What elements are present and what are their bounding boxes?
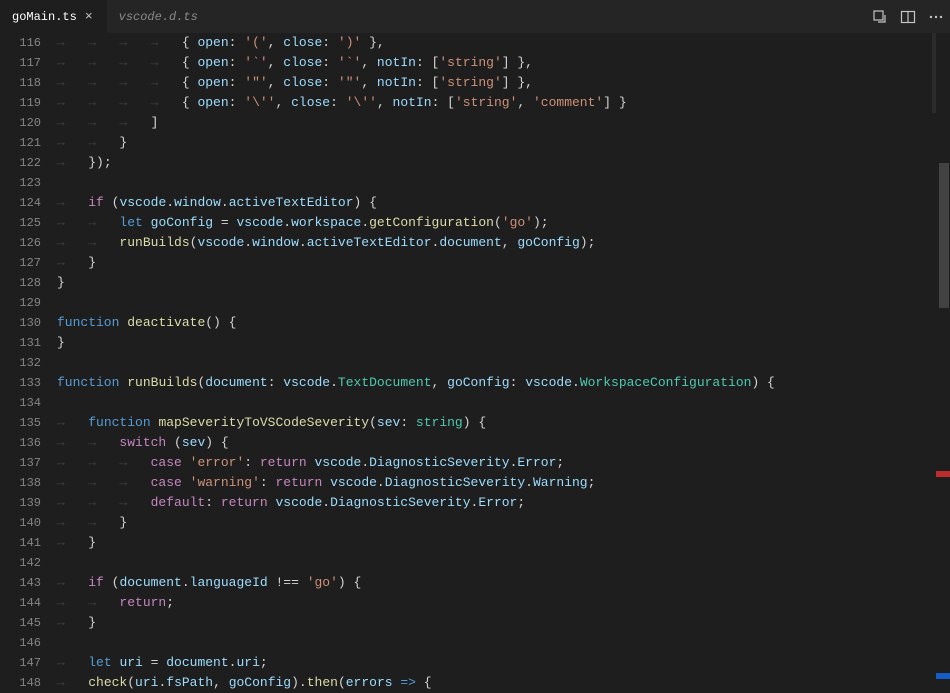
code-line[interactable] bbox=[57, 633, 950, 653]
code-line[interactable]: → → return; bbox=[57, 593, 950, 613]
split-editor-icon[interactable] bbox=[900, 9, 916, 25]
line-number: 129 bbox=[0, 293, 41, 313]
code-line[interactable]: → → → → { open: '"', close: '"', notIn: … bbox=[57, 73, 950, 93]
code-line[interactable]: → } bbox=[57, 613, 950, 633]
line-number: 146 bbox=[0, 633, 41, 653]
editor-area[interactable]: 1161171181191201211221231241251261271281… bbox=[0, 33, 950, 691]
line-number: 135 bbox=[0, 413, 41, 433]
code-line[interactable]: → }); bbox=[57, 153, 950, 173]
line-number: 137 bbox=[0, 453, 41, 473]
line-number: 147 bbox=[0, 653, 41, 673]
code-line[interactable] bbox=[57, 393, 950, 413]
line-number: 126 bbox=[0, 233, 41, 253]
line-number: 118 bbox=[0, 73, 41, 93]
line-number: 121 bbox=[0, 133, 41, 153]
code-line[interactable]: function runBuilds(document: vscode.Text… bbox=[57, 373, 950, 393]
code-line[interactable]: → → switch (sev) { bbox=[57, 433, 950, 453]
code-line[interactable]: → → → → { open: '`', close: '`', notIn: … bbox=[57, 53, 950, 73]
scrollbar-thumb[interactable] bbox=[939, 163, 949, 308]
line-number: 120 bbox=[0, 113, 41, 133]
code-line[interactable]: → check(uri.fsPath, goConfig).then(error… bbox=[57, 673, 950, 691]
tab-bar: goMain.ts × vscode.d.ts bbox=[0, 0, 950, 33]
close-icon[interactable]: × bbox=[83, 9, 95, 24]
code-line[interactable] bbox=[57, 353, 950, 373]
line-number: 148 bbox=[0, 673, 41, 693]
tab-label: goMain.ts bbox=[12, 10, 77, 24]
line-number: 123 bbox=[0, 173, 41, 193]
editor-actions bbox=[872, 0, 944, 33]
code-line[interactable]: → → } bbox=[57, 513, 950, 533]
code-line[interactable]: } bbox=[57, 273, 950, 293]
code-line[interactable]: → → let goConfig = vscode.workspace.getC… bbox=[57, 213, 950, 233]
line-number: 124 bbox=[0, 193, 41, 213]
line-number: 142 bbox=[0, 553, 41, 573]
vertical-scrollbar[interactable] bbox=[936, 33, 950, 691]
code-line[interactable]: → → → ] bbox=[57, 113, 950, 133]
line-number: 143 bbox=[0, 573, 41, 593]
line-number: 144 bbox=[0, 593, 41, 613]
line-number: 132 bbox=[0, 353, 41, 373]
code-line[interactable]: → if (document.languageId !== 'go') { bbox=[57, 573, 950, 593]
line-number: 128 bbox=[0, 273, 41, 293]
line-number: 138 bbox=[0, 473, 41, 493]
code-line[interactable]: → → runBuilds(vscode.window.activeTextEd… bbox=[57, 233, 950, 253]
code-line[interactable]: → } bbox=[57, 533, 950, 553]
code-line[interactable]: → if (vscode.window.activeTextEditor) { bbox=[57, 193, 950, 213]
code-line[interactable]: → function mapSeverityToVSCodeSeverity(s… bbox=[57, 413, 950, 433]
line-number: 140 bbox=[0, 513, 41, 533]
code-line[interactable] bbox=[57, 293, 950, 313]
code-line[interactable]: } bbox=[57, 333, 950, 353]
line-number-gutter: 1161171181191201211221231241251261271281… bbox=[0, 33, 57, 691]
code-line[interactable]: → → → → { open: '\'', close: '\'', notIn… bbox=[57, 93, 950, 113]
code-line[interactable]: → → → default: return vscode.DiagnosticS… bbox=[57, 493, 950, 513]
line-number: 141 bbox=[0, 533, 41, 553]
code-line[interactable]: function deactivate() { bbox=[57, 313, 950, 333]
more-icon[interactable] bbox=[928, 9, 944, 25]
code-line[interactable]: → → → → { open: '(', close: ')' }, bbox=[57, 33, 950, 53]
line-number: 119 bbox=[0, 93, 41, 113]
line-number: 130 bbox=[0, 313, 41, 333]
code-line[interactable] bbox=[57, 553, 950, 573]
tab-gomain[interactable]: goMain.ts × bbox=[0, 0, 107, 33]
code-line[interactable]: → → → case 'error': return vscode.Diagno… bbox=[57, 453, 950, 473]
code-line[interactable]: → let uri = document.uri; bbox=[57, 653, 950, 673]
overview-ruler-mark bbox=[936, 673, 950, 679]
line-number: 133 bbox=[0, 373, 41, 393]
line-number: 127 bbox=[0, 253, 41, 273]
tab-vscode-dts[interactable]: vscode.d.ts bbox=[107, 0, 210, 33]
tab-label: vscode.d.ts bbox=[119, 10, 198, 24]
line-number: 136 bbox=[0, 433, 41, 453]
line-number: 125 bbox=[0, 213, 41, 233]
diff-icon[interactable] bbox=[872, 9, 888, 25]
code-line[interactable] bbox=[57, 173, 950, 193]
overview-ruler-mark bbox=[936, 471, 950, 477]
line-number: 139 bbox=[0, 493, 41, 513]
line-number: 122 bbox=[0, 153, 41, 173]
line-number: 145 bbox=[0, 613, 41, 633]
code-line[interactable]: → → → case 'warning': return vscode.Diag… bbox=[57, 473, 950, 493]
code-line[interactable]: → } bbox=[57, 253, 950, 273]
code-content[interactable]: → → → → { open: '(', close: ')' },→ → → … bbox=[57, 33, 950, 691]
line-number: 116 bbox=[0, 33, 41, 53]
code-line[interactable]: → → } bbox=[57, 133, 950, 153]
line-number: 117 bbox=[0, 53, 41, 73]
line-number: 131 bbox=[0, 333, 41, 353]
line-number: 134 bbox=[0, 393, 41, 413]
